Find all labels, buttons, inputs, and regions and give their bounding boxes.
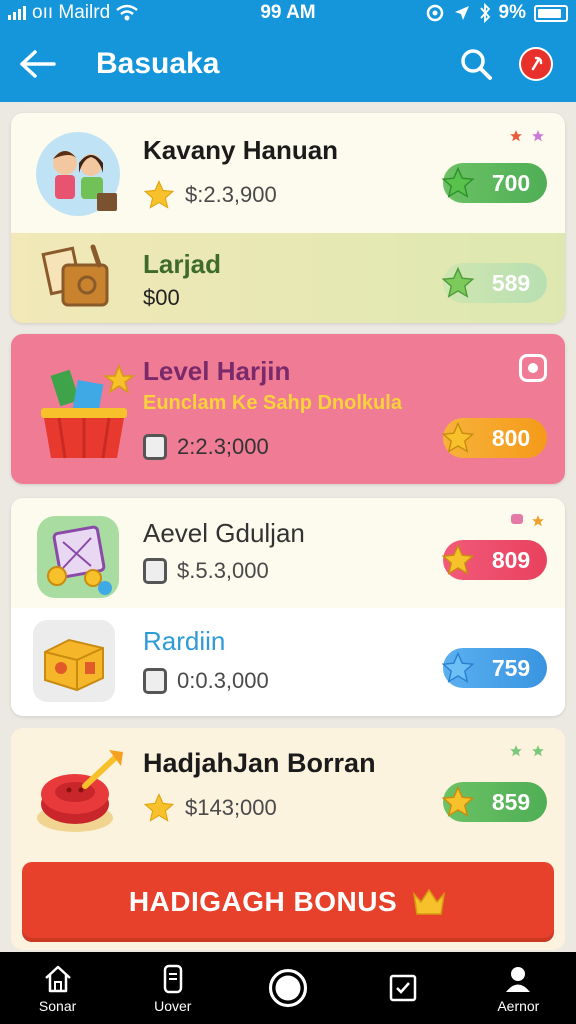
item-name: Rardiin [143, 626, 226, 656]
checklist-icon [389, 974, 417, 1002]
status-bar: oıı Mailrd 99 AM 9% [0, 0, 576, 26]
points-badge[interactable]: 859 [441, 782, 547, 822]
coin-icon [143, 434, 167, 460]
carrier-label: oıı Mailrd [32, 2, 111, 23]
points-badge[interactable]: 589 [441, 263, 547, 303]
reward-row[interactable]: Aevel Gdulj‌an $.5.3,000 809 [11, 498, 565, 608]
coin-icon [143, 558, 167, 584]
status-left: oıı Mailrd [8, 2, 208, 24]
battery-icon [534, 4, 568, 22]
item-name: Larjad [143, 249, 222, 279]
status-right: 9% [368, 2, 568, 24]
nav-label: Uover [154, 997, 192, 1014]
item-price: $143;000 [143, 792, 277, 824]
record-icon[interactable] [519, 354, 547, 382]
home-icon [44, 965, 71, 992]
item-name: Aevel Gdulj‌an [143, 518, 305, 548]
star-icon [441, 651, 475, 683]
alert-icon [519, 47, 553, 81]
decor-stars [509, 129, 545, 143]
search-button[interactable] [446, 26, 506, 102]
star-icon [143, 180, 175, 209]
nav-label: Sonar [38, 997, 77, 1014]
item-price: $:2.3,900 [143, 179, 277, 211]
gift-basket-icon [29, 354, 139, 464]
coin-icon [143, 668, 167, 694]
page-title: Basuaka [96, 47, 220, 80]
profile-icon [506, 966, 531, 992]
wallet-icon [37, 237, 117, 317]
star-icon [441, 266, 475, 298]
item-price: $00 [143, 285, 180, 310]
decor-stars [511, 514, 545, 528]
back-button[interactable] [0, 26, 76, 102]
reward-card-3: Aevel Gdulj‌an $.5.3,000 809 Rardiin [11, 498, 565, 716]
bonus-button[interactable]: HADIGAGH BONUS [22, 862, 554, 942]
star-icon [441, 166, 475, 198]
item-price: $.5.3,000 [143, 558, 269, 584]
couple-avatar [33, 129, 123, 219]
bonus-button-label: HADIGAGH BONUS [128, 886, 398, 917]
notification-button[interactable] [506, 26, 566, 102]
bottom-nav: Sonar Uover Aernor [0, 952, 576, 1024]
nav-label: Aernor [497, 997, 540, 1014]
nav-home[interactable]: Sonar [13, 963, 103, 1014]
reward-card-2[interactable]: Level Harjin Euncla‌m Ke Sah‌p Dnolkula … [11, 334, 565, 484]
sync-icon [426, 4, 443, 22]
nav-profile[interactable]: Aernor [473, 963, 563, 1014]
star-icon [143, 793, 175, 822]
crown-icon [413, 888, 446, 915]
location-icon [454, 6, 469, 20]
nav-document[interactable]: Uover [128, 963, 218, 1014]
points-badge[interactable]: 759 [441, 648, 547, 688]
battery-percent: 9% [498, 2, 526, 23]
puzzle-game-icon [33, 512, 123, 602]
item-price: 2:2.3;000 [143, 434, 269, 460]
points-badge[interactable]: 700 [441, 163, 547, 203]
nav-checklist[interactable] [358, 972, 448, 1004]
reward-row: Level Harjin Euncla‌m Ke Sah‌p Dnolkula … [11, 334, 565, 484]
record-button-icon [268, 968, 308, 1008]
item-price: 0:0.3,000 [143, 668, 269, 694]
bluetooth-icon [479, 3, 490, 23]
reward-card-1: Kavany Hanuan $:2.3,900 700 Larjad $00 5… [11, 113, 565, 323]
nav-record[interactable] [243, 968, 333, 1008]
arrow-left-icon [20, 50, 56, 78]
item-name: HadjahJan Borran [143, 748, 376, 778]
reward-row[interactable]: Larjad $00 589 [11, 233, 565, 323]
item-name: Kavany Hanuan [143, 135, 339, 165]
button-spool-icon [33, 742, 133, 842]
clock: 99 AM [260, 2, 316, 23]
signal-icon [8, 6, 26, 20]
reward-row[interactable]: HadjahJan Borran $143;000 859 [11, 728, 565, 858]
treasure-box-icon [31, 618, 117, 704]
star-icon [441, 421, 475, 453]
search-icon [461, 49, 492, 80]
item-subtitle: Euncla‌m Ke Sah‌p Dnolkula [143, 392, 402, 414]
star-icon [441, 543, 475, 575]
wifi-icon [116, 4, 138, 21]
star-icon [441, 785, 475, 817]
points-badge[interactable]: 800 [441, 418, 547, 458]
reward-row[interactable]: Rardiin 0:0.3,000 759 [11, 608, 565, 716]
document-icon [163, 964, 183, 993]
points-badge[interactable]: 809 [441, 540, 547, 580]
item-name: Level Harjin [143, 356, 291, 386]
reward-row[interactable]: Kavany Hanuan $:2.3,900 700 [11, 113, 565, 233]
decor-stars [509, 744, 545, 758]
app-bar: Basuaka [0, 26, 576, 102]
